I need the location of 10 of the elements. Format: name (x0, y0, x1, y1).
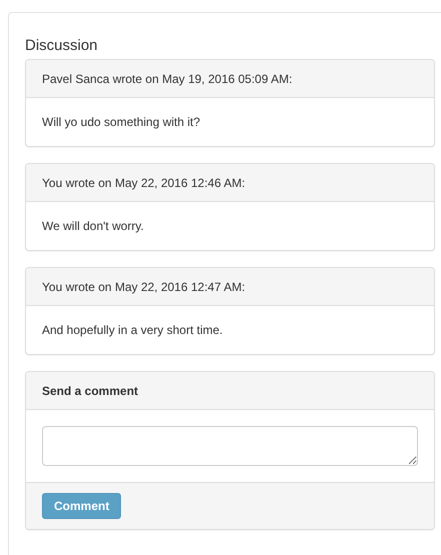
comment-header: Pavel Sanca wrote on May 19, 2016 05:09 AM: (42, 72, 292, 86)
comment-text: We will don't worry. (42, 219, 144, 233)
comment-text: Will yo udo something with it? (42, 115, 200, 129)
form-title: Send a comment (42, 384, 138, 398)
comment-field[interactable] (42, 426, 418, 466)
section-title: Discussion (25, 37, 99, 55)
comment-button[interactable]: Comment (42, 493, 122, 519)
comment-header: You wrote on May 22, 2016 12:47 AM: (42, 280, 246, 294)
comment-header: You wrote on May 22, 2016 12:46 AM: (42, 176, 246, 190)
comment-text: And hopefully in a very short time. (42, 323, 223, 337)
